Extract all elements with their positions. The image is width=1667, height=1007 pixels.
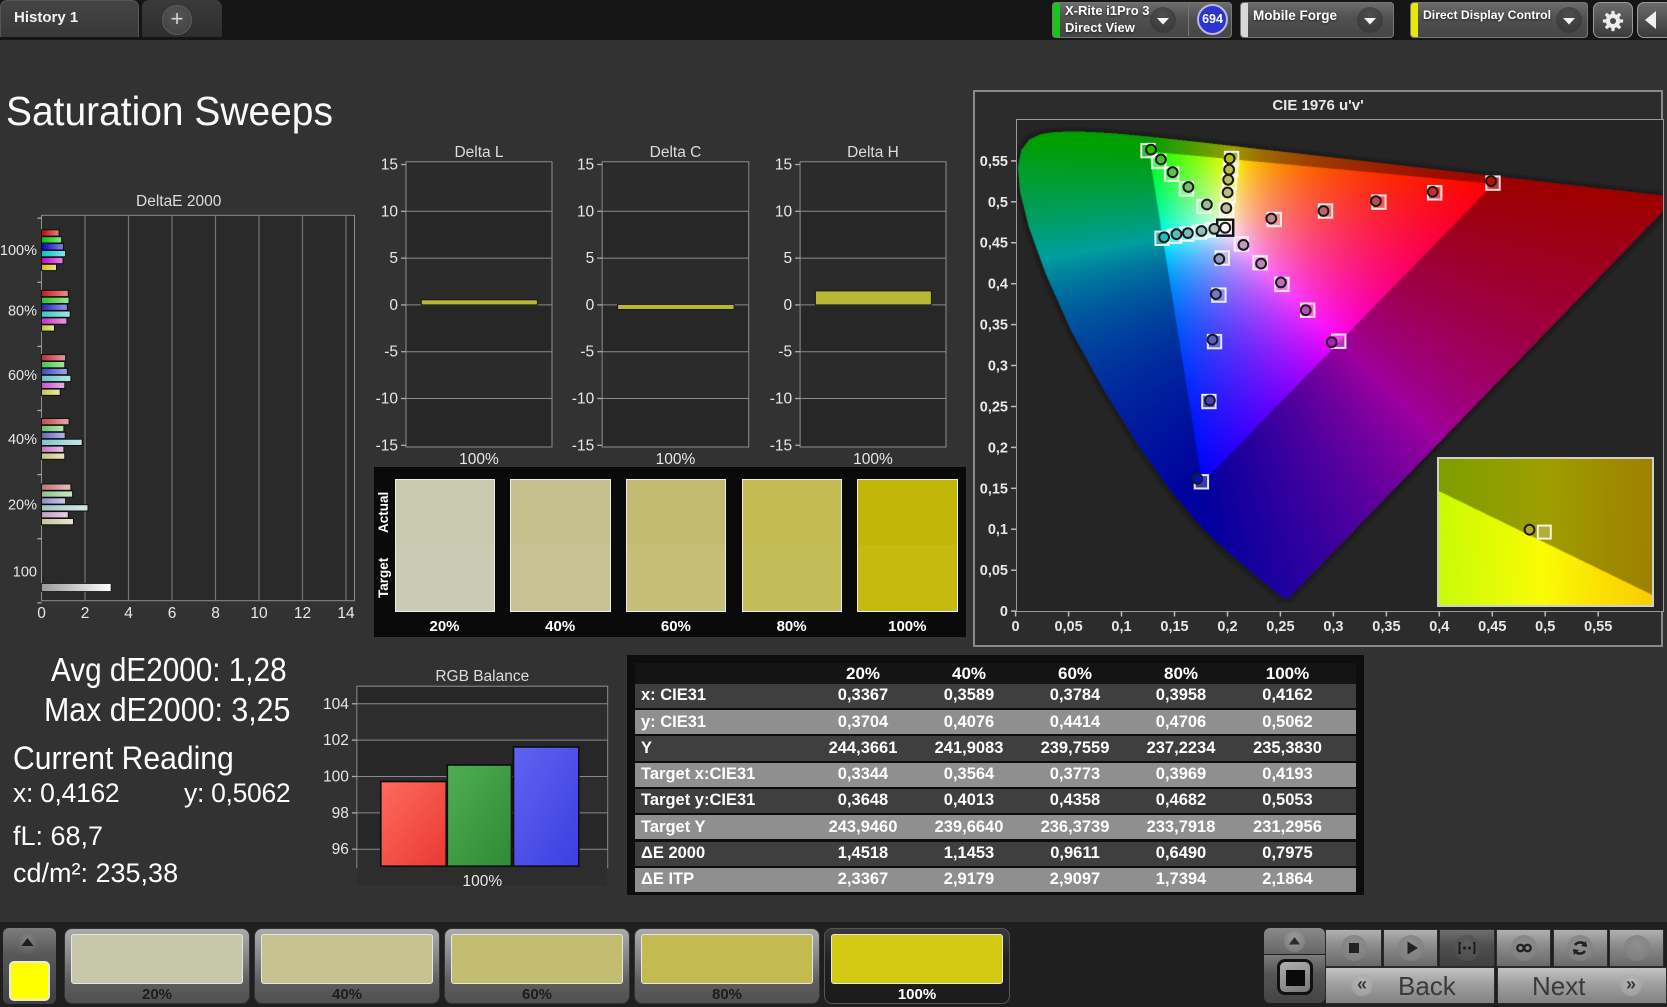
svg-text:100%: 100%: [462, 873, 502, 890]
svg-text:104: 104: [323, 696, 349, 713]
svg-text:RGB Balance: RGB Balance: [435, 668, 529, 685]
svg-text:100: 100: [323, 769, 349, 786]
svg-text:98: 98: [332, 805, 349, 822]
svg-text:96: 96: [332, 841, 349, 858]
svg-text:102: 102: [323, 732, 349, 749]
